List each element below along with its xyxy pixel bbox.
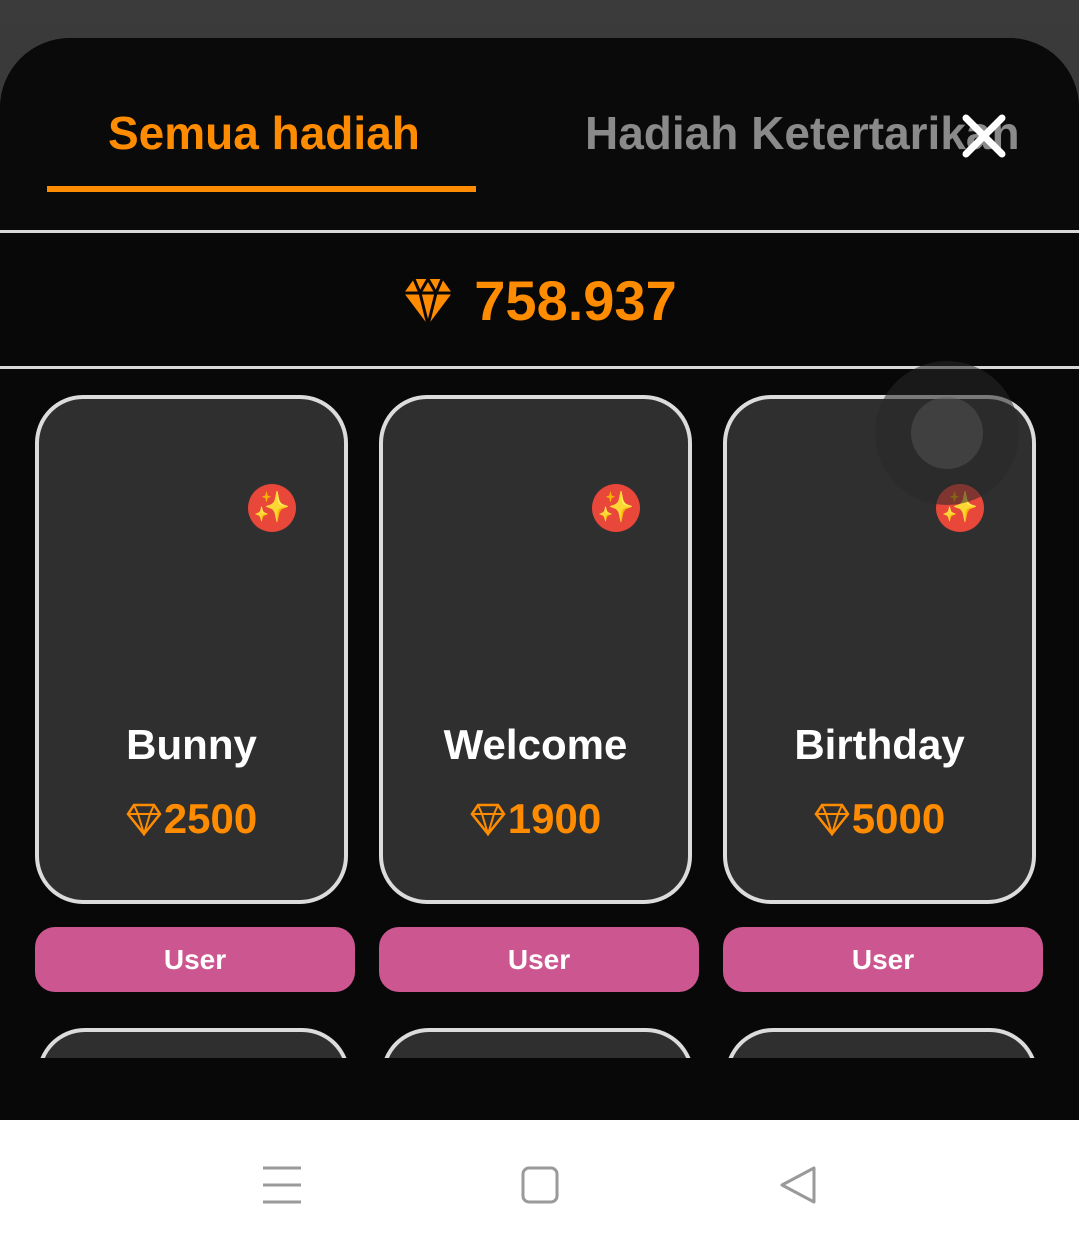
gift-name: Welcome: [443, 721, 628, 768]
gift-price: 1900: [383, 795, 688, 843]
sheet-footer: [0, 1058, 1079, 1120]
close-icon[interactable]: [958, 110, 1010, 162]
download-fab[interactable]: [875, 361, 1019, 505]
diamond-icon: [404, 275, 453, 325]
gift-price-value: 2500: [163, 795, 258, 842]
user-button[interactable]: User: [379, 927, 699, 992]
diamond-outline-icon: [126, 803, 162, 836]
active-tab-indicator: [47, 186, 476, 192]
user-button[interactable]: User: [723, 927, 1043, 992]
tab-all-gifts[interactable]: Semua hadiah: [108, 106, 420, 160]
tab-interest-gifts[interactable]: Hadiah Ketertarikan: [585, 106, 1020, 160]
download-icon: [911, 397, 983, 469]
system-nav-bar: [0, 1120, 1079, 1250]
gift-price-value: 5000: [851, 795, 946, 842]
gift-name: Birthday: [794, 721, 965, 768]
gift-price: 5000: [727, 795, 1032, 843]
gift-card-bunny[interactable]: ✨ Bunny 2500: [35, 395, 348, 904]
diamond-outline-icon: [470, 803, 506, 836]
gift-sheet: Semua hadiah Hadiah Ketertarikan 758.937…: [0, 38, 1079, 1120]
sparkle-badge-icon: ✨: [248, 484, 296, 532]
user-button[interactable]: User: [35, 927, 355, 992]
back-icon[interactable]: [772, 1160, 822, 1210]
menu-icon[interactable]: [257, 1160, 307, 1210]
gift-name: Bunny: [126, 721, 257, 768]
gift-price: 2500: [39, 795, 344, 843]
diamond-balance: 758.937: [0, 233, 1079, 368]
diamond-outline-icon: [814, 803, 850, 836]
tab-bar: Semua hadiah Hadiah Ketertarikan: [0, 38, 1079, 230]
gift-card-welcome[interactable]: ✨ Welcome 1900: [379, 395, 692, 904]
sparkle-badge-icon: ✨: [592, 484, 640, 532]
balance-value: 758.937: [474, 269, 677, 332]
gift-price-value: 1900: [507, 795, 602, 842]
home-icon[interactable]: [515, 1160, 565, 1210]
